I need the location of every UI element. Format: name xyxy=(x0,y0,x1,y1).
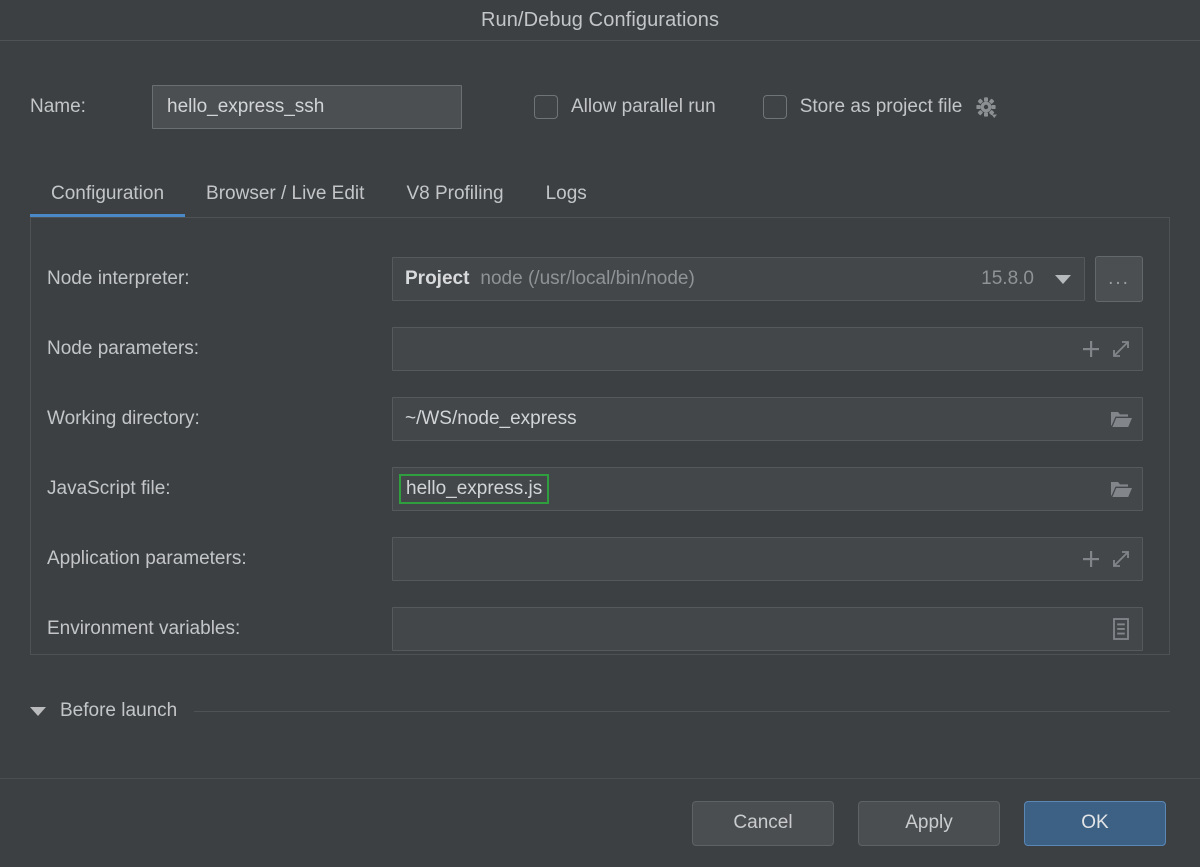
document-list-icon[interactable] xyxy=(1106,614,1136,644)
javascript-file-input[interactable]: hello_express.js xyxy=(392,467,1143,511)
apply-button-label: Apply xyxy=(905,812,953,834)
content-spacer xyxy=(0,741,1200,778)
checkbox-box[interactable] xyxy=(534,95,558,119)
allow-parallel-run-checkbox[interactable]: Allow parallel run xyxy=(534,95,716,119)
cancel-button[interactable]: Cancel xyxy=(692,801,834,846)
environment-variables-input[interactable] xyxy=(392,607,1143,651)
node-parameters-row: Node parameters: xyxy=(47,314,1143,384)
working-directory-row: Working directory: ~/WS/node_express xyxy=(47,384,1143,454)
name-label: Name: xyxy=(30,96,150,118)
apply-button[interactable]: Apply xyxy=(858,801,1000,846)
tab-label: Browser / Live Edit xyxy=(206,183,364,204)
application-parameters-label: Application parameters: xyxy=(47,548,392,570)
name-input[interactable]: hello_express_ssh xyxy=(152,85,462,129)
dialog-titlebar: Run/Debug Configurations xyxy=(0,0,1200,41)
folder-icon[interactable] xyxy=(1106,474,1136,504)
node-interpreter-tag: Project xyxy=(405,268,469,290)
gear-icon[interactable] xyxy=(972,93,1000,121)
run-debug-configurations-dialog: Run/Debug Configurations Name: hello_exp… xyxy=(0,0,1200,867)
plus-icon[interactable] xyxy=(1076,544,1106,574)
plus-icon[interactable] xyxy=(1076,334,1106,364)
environment-variables-row: Environment variables: xyxy=(47,594,1143,664)
allow-parallel-run-label: Allow parallel run xyxy=(571,96,716,118)
chevron-down-icon[interactable] xyxy=(1048,264,1078,294)
node-interpreter-path: node (/usr/local/bin/node) xyxy=(480,268,694,290)
tab-browser-live-edit[interactable]: Browser / Live Edit xyxy=(185,183,385,218)
javascript-file-label: JavaScript file: xyxy=(47,478,392,500)
node-interpreter-version: 15.8.0 xyxy=(981,268,1034,290)
working-directory-value: ~/WS/node_express xyxy=(405,408,577,430)
configuration-tabs: Configuration Browser / Live Edit V8 Pro… xyxy=(0,156,1200,218)
expand-icon[interactable] xyxy=(1106,334,1136,364)
application-parameters-row: Application parameters: xyxy=(47,524,1143,594)
tab-label: Configuration xyxy=(51,183,164,204)
before-launch-label: Before launch xyxy=(60,700,177,722)
javascript-file-value: hello_express.js xyxy=(399,474,549,505)
ellipsis-icon: ... xyxy=(1108,275,1130,283)
node-interpreter-row: Node interpreter: Project node (/usr/loc… xyxy=(47,244,1143,314)
node-parameters-label: Node parameters: xyxy=(47,338,392,360)
name-input-value: hello_express_ssh xyxy=(167,96,324,118)
working-directory-label: Working directory: xyxy=(47,408,392,430)
cancel-button-label: Cancel xyxy=(733,812,792,834)
application-parameters-input[interactable] xyxy=(392,537,1143,581)
ok-button-label: OK xyxy=(1081,812,1108,834)
store-as-project-file-checkbox[interactable]: Store as project file xyxy=(763,93,1001,121)
configuration-panel: Node interpreter: Project node (/usr/loc… xyxy=(30,218,1170,655)
checkbox-box[interactable] xyxy=(763,95,787,119)
node-interpreter-select[interactable]: Project node (/usr/local/bin/node) 15.8.… xyxy=(392,257,1085,301)
folder-icon[interactable] xyxy=(1106,404,1136,434)
node-parameters-input[interactable] xyxy=(392,327,1143,371)
node-interpreter-label: Node interpreter: xyxy=(47,268,392,290)
tab-v8-profiling[interactable]: V8 Profiling xyxy=(385,183,524,218)
store-as-project-file-label: Store as project file xyxy=(800,96,963,118)
javascript-file-row: JavaScript file: hello_express.js xyxy=(47,454,1143,524)
triangle-down-icon[interactable] xyxy=(30,707,46,716)
expand-icon[interactable] xyxy=(1106,544,1136,574)
tab-logs[interactable]: Logs xyxy=(525,183,608,218)
dialog-footer: Cancel Apply OK xyxy=(0,778,1200,867)
before-launch-section[interactable]: Before launch xyxy=(0,681,1200,741)
dialog-title: Run/Debug Configurations xyxy=(481,9,719,32)
environment-variables-label: Environment variables: xyxy=(47,618,392,640)
tab-configuration[interactable]: Configuration xyxy=(30,183,185,218)
ok-button[interactable]: OK xyxy=(1024,801,1166,846)
tab-label: Logs xyxy=(546,183,587,204)
section-divider xyxy=(194,711,1170,712)
working-directory-input[interactable]: ~/WS/node_express xyxy=(392,397,1143,441)
node-interpreter-browse-button[interactable]: ... xyxy=(1095,256,1143,302)
tab-label: V8 Profiling xyxy=(406,183,503,204)
name-row: Name: hello_express_ssh Allow parallel r… xyxy=(0,41,1200,134)
